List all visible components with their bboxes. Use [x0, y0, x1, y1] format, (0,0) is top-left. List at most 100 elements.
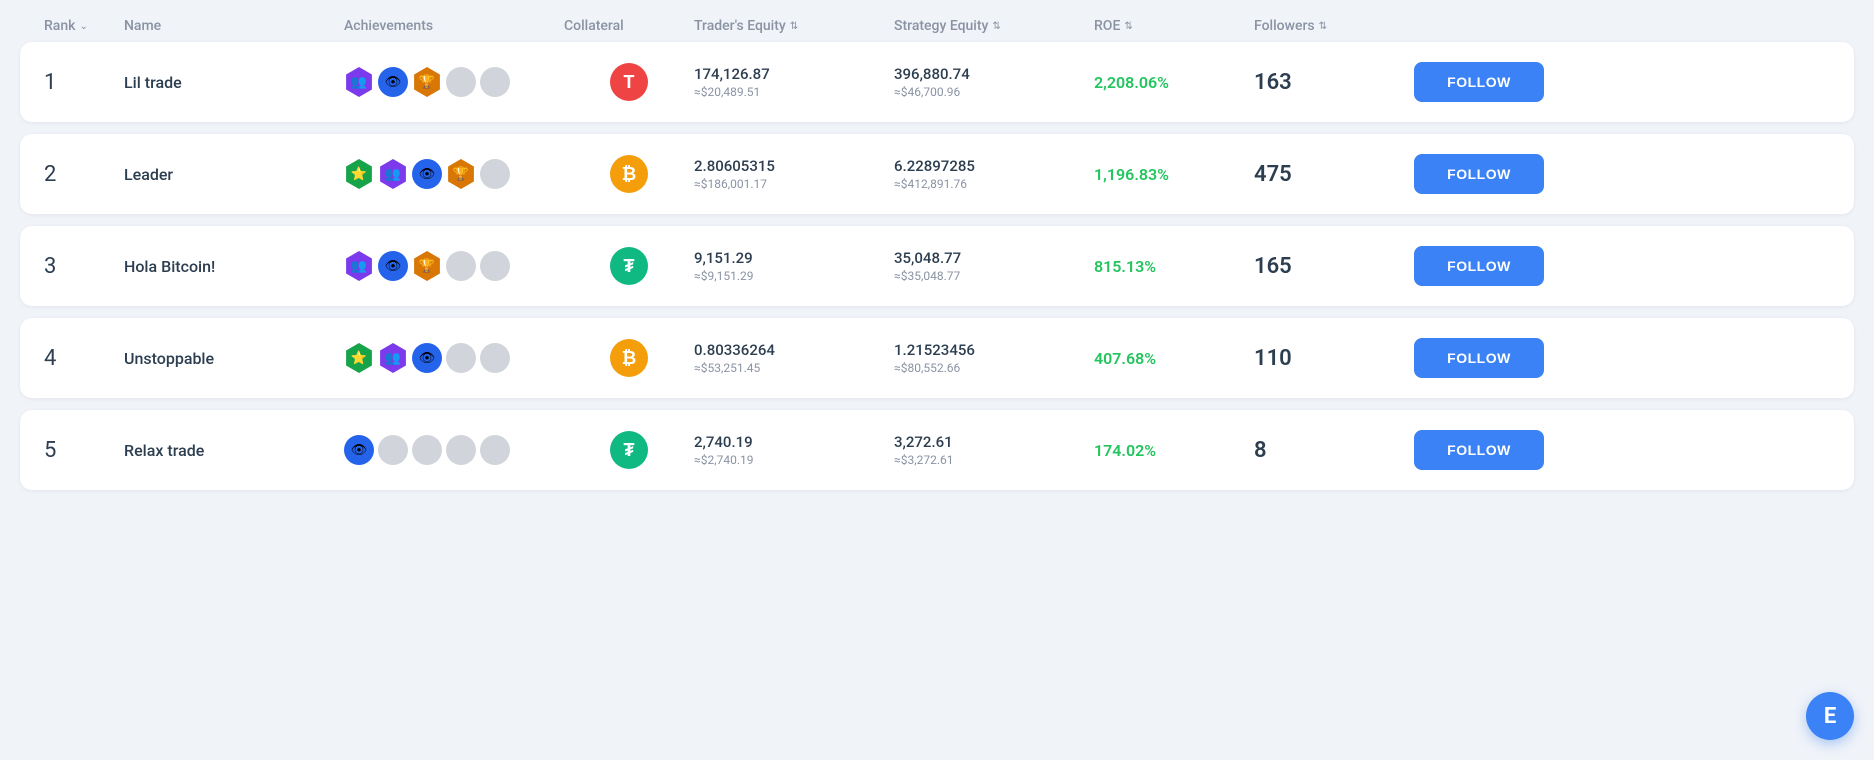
achievement-badge: 👁 [378, 67, 408, 97]
follow-action: FOLLOW [1414, 338, 1574, 378]
followers-cell: 475 [1254, 162, 1414, 187]
achievement-badge: 👥 [378, 343, 408, 373]
header-rank: Rank ⌄ [44, 18, 124, 34]
collateral-cell: ₿ [564, 155, 694, 193]
traders-equity-sub: ≈$53,251.45 [694, 361, 894, 375]
traders-equity-main: 0.80336264 [694, 341, 894, 359]
achievement-badge [480, 67, 510, 97]
coin-icon: ₮ [610, 247, 648, 285]
strategy-equity-main: 396,880.74 [894, 65, 1094, 83]
follow-action: FOLLOW [1414, 62, 1574, 102]
rank-cell: 3 [44, 254, 124, 279]
follow-action: FOLLOW [1414, 154, 1574, 194]
achievement-badge: ⭐ [344, 159, 374, 189]
rank-cell: 2 [44, 162, 124, 187]
table-row: 4 Unstoppable ⭐👥👁 ₿ 0.80336264 ≈$53,251.… [20, 318, 1854, 398]
rank-sort-icon[interactable]: ⌄ [79, 21, 87, 32]
follow-action: FOLLOW [1414, 430, 1574, 470]
strategy-equity-cell: 3,272.61 ≈$3,272.61 [894, 433, 1094, 467]
strategy-equity-main: 35,048.77 [894, 249, 1094, 267]
achievement-badge: 🏆 [412, 251, 442, 281]
followers-cell: 110 [1254, 346, 1414, 371]
roe-cell: 407.68% [1094, 349, 1254, 368]
follow-button[interactable]: FOLLOW [1414, 338, 1544, 378]
achievement-badge: ⭐ [344, 343, 374, 373]
header-name: Name [124, 18, 344, 34]
collateral-cell: ₮ [564, 431, 694, 469]
traders-equity-sort-icon[interactable]: ⇅ [790, 21, 798, 32]
traders-equity-sub: ≈$20,489.51 [694, 85, 894, 99]
achievements-cell: ⭐👥👁🏆 [344, 159, 564, 189]
achievement-badge [480, 343, 510, 373]
traders-equity-main: 2,740.19 [694, 433, 894, 451]
coin-icon: ₮ [610, 431, 648, 469]
roe-sort-icon[interactable]: ⇅ [1124, 21, 1132, 32]
strategy-equity-cell: 35,048.77 ≈$35,048.77 [894, 249, 1094, 283]
traders-equity-main: 174,126.87 [694, 65, 894, 83]
roe-cell: 815.13% [1094, 257, 1254, 276]
name-cell: Relax trade [124, 441, 344, 460]
strategy-equity-cell: 396,880.74 ≈$46,700.96 [894, 65, 1094, 99]
header-achievements: Achievements [344, 18, 564, 34]
follow-button[interactable]: FOLLOW [1414, 430, 1544, 470]
name-cell: Leader [124, 165, 344, 184]
achievement-badge: 👁 [378, 251, 408, 281]
header-traders-equity: Trader's Equity ⇅ [694, 18, 894, 34]
table-row: 3 Hola Bitcoin! 👥👁🏆 ₮ 9,151.29 ≈$9,151.2… [20, 226, 1854, 306]
strategy-equity-sub: ≈$46,700.96 [894, 85, 1094, 99]
follow-button[interactable]: FOLLOW [1414, 246, 1544, 286]
followers-cell: 8 [1254, 438, 1414, 463]
strategy-equity-main: 1.21523456 [894, 341, 1094, 359]
achievements-cell: ⭐👥👁 [344, 343, 564, 373]
achievements-cell: 👁 [344, 435, 564, 465]
strategy-equity-cell: 1.21523456 ≈$80,552.66 [894, 341, 1094, 375]
name-cell: Hola Bitcoin! [124, 257, 344, 276]
follow-button[interactable]: FOLLOW [1414, 62, 1544, 102]
header-strategy-equity: Strategy Equity ⇅ [894, 18, 1094, 34]
follow-button[interactable]: FOLLOW [1414, 154, 1544, 194]
collateral-cell: ₿ [564, 339, 694, 377]
achievements-cell: 👥👁🏆 [344, 251, 564, 281]
achievement-badge [446, 67, 476, 97]
strategy-equity-main: 6.22897285 [894, 157, 1094, 175]
name-cell: Lil trade [124, 73, 344, 92]
traders-equity-sub: ≈$9,151.29 [694, 269, 894, 283]
roe-cell: 174.02% [1094, 441, 1254, 460]
achievement-badge: 👥 [378, 159, 408, 189]
traders-equity-cell: 2,740.19 ≈$2,740.19 [694, 433, 894, 467]
roe-cell: 2,208.06% [1094, 73, 1254, 92]
achievement-badge [480, 435, 510, 465]
followers-sort-icon[interactable]: ⇅ [1319, 21, 1327, 32]
collateral-cell: T [564, 63, 694, 101]
traders-equity-sub: ≈$2,740.19 [694, 453, 894, 467]
achievement-badge [480, 251, 510, 281]
strategy-equity-sub: ≈$80,552.66 [894, 361, 1094, 375]
strategy-equity-sort-icon[interactable]: ⇅ [992, 21, 1000, 32]
achievement-badge: 🏆 [446, 159, 476, 189]
achievement-badge: 🏆 [412, 67, 442, 97]
table-row: 1 Lil trade 👥👁🏆 T 174,126.87 ≈$20,489.51… [20, 42, 1854, 122]
achievement-badge: 👁 [412, 343, 442, 373]
coin-icon: ₿ [610, 339, 648, 377]
follow-action: FOLLOW [1414, 246, 1574, 286]
roe-cell: 1,196.83% [1094, 165, 1254, 184]
rank-cell: 1 [44, 70, 124, 95]
table-header: Rank ⌄ Name Achievements Collateral Trad… [20, 10, 1854, 42]
followers-cell: 165 [1254, 254, 1414, 279]
achievement-badge [446, 251, 476, 281]
achievement-badge [480, 159, 510, 189]
coin-icon: ₿ [610, 155, 648, 193]
collateral-cell: ₮ [564, 247, 694, 285]
traders-equity-cell: 9,151.29 ≈$9,151.29 [694, 249, 894, 283]
traders-equity-cell: 174,126.87 ≈$20,489.51 [694, 65, 894, 99]
traders-equity-sub: ≈$186,001.17 [694, 177, 894, 191]
table-row: 5 Relax trade 👁 ₮ 2,740.19 ≈$2,740.19 3,… [20, 410, 1854, 490]
fab-button[interactable]: E [1806, 692, 1854, 740]
strategy-equity-main: 3,272.61 [894, 433, 1094, 451]
traders-equity-main: 2.80605315 [694, 157, 894, 175]
traders-equity-main: 9,151.29 [694, 249, 894, 267]
header-roe: ROE ⇅ [1094, 18, 1254, 34]
achievement-badge: 👥 [344, 251, 374, 281]
achievement-badge: 👥 [344, 67, 374, 97]
rank-cell: 5 [44, 438, 124, 463]
